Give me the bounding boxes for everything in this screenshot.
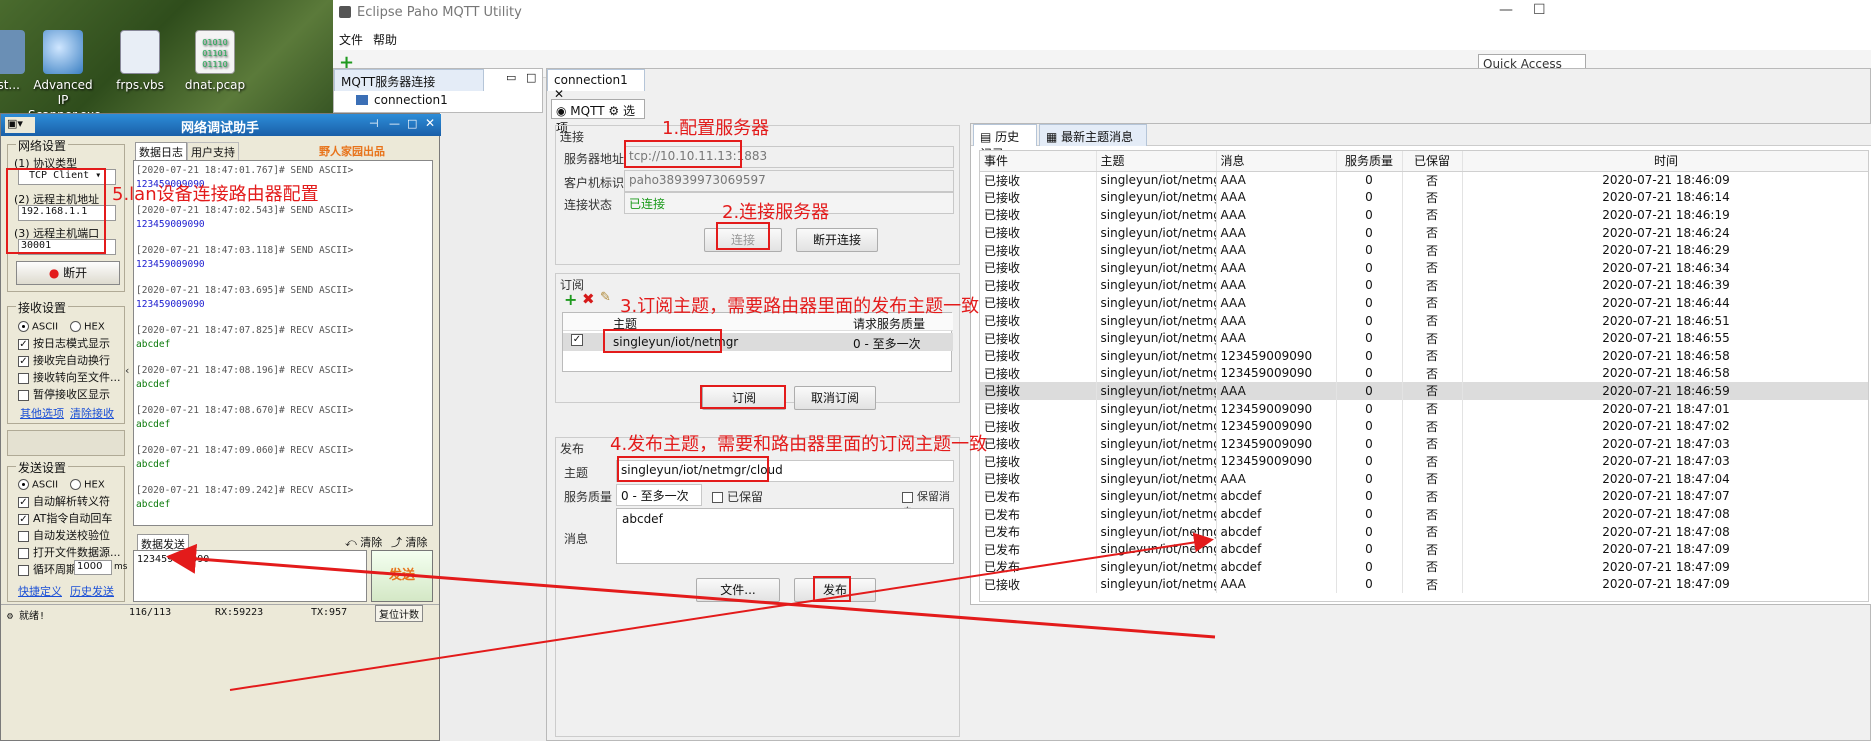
arrow-publish-to-recv [166,543,1216,639]
arrows-overlay [166,532,1216,691]
arrow-send-to-history [229,532,1214,691]
